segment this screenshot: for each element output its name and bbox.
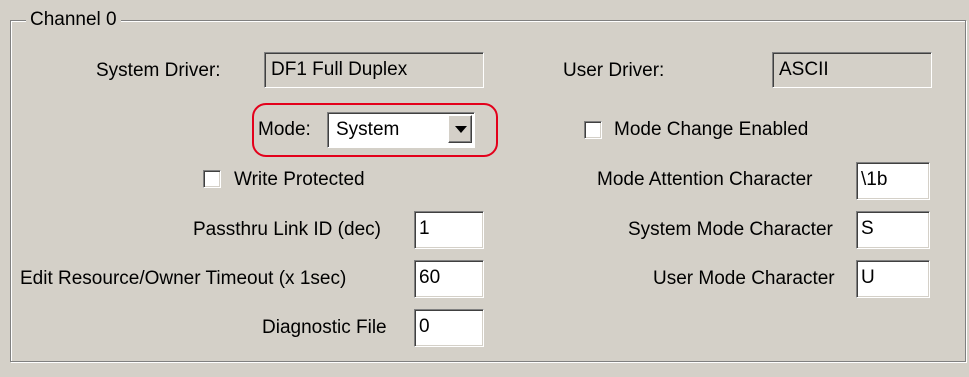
diagnostic-file-label: Diagnostic File	[262, 317, 387, 338]
user-mode-char-label: User Mode Character	[653, 268, 835, 289]
group-title: Channel 0	[26, 9, 121, 31]
mode-attention-input[interactable]: \1b	[856, 162, 930, 200]
mode-highlight-ring	[252, 103, 498, 157]
diagnostic-file-input[interactable]: 0	[414, 309, 484, 347]
timeout-input[interactable]: 60	[414, 260, 484, 298]
timeout-label: Edit Resource/Owner Timeout (x 1sec)	[20, 268, 347, 289]
passthru-label: Passthru Link ID (dec)	[193, 219, 381, 240]
user-mode-char-input[interactable]: U	[856, 260, 930, 298]
write-protected-checkbox[interactable]	[203, 170, 221, 188]
user-driver-label: User Driver:	[563, 60, 665, 81]
passthru-input[interactable]: 1	[414, 211, 484, 249]
system-mode-char-label: System Mode Character	[628, 219, 833, 240]
system-mode-char-input[interactable]: S	[856, 211, 930, 249]
write-protected-label[interactable]: Write Protected	[234, 166, 365, 194]
user-driver-field: ASCII	[772, 52, 932, 88]
mode-attention-label: Mode Attention Character	[597, 169, 813, 190]
mode-change-label[interactable]: Mode Change Enabled	[614, 116, 808, 144]
system-driver-field: DF1 Full Duplex	[264, 52, 484, 88]
mode-change-checkbox[interactable]	[584, 121, 602, 139]
system-driver-label: System Driver:	[96, 60, 221, 81]
